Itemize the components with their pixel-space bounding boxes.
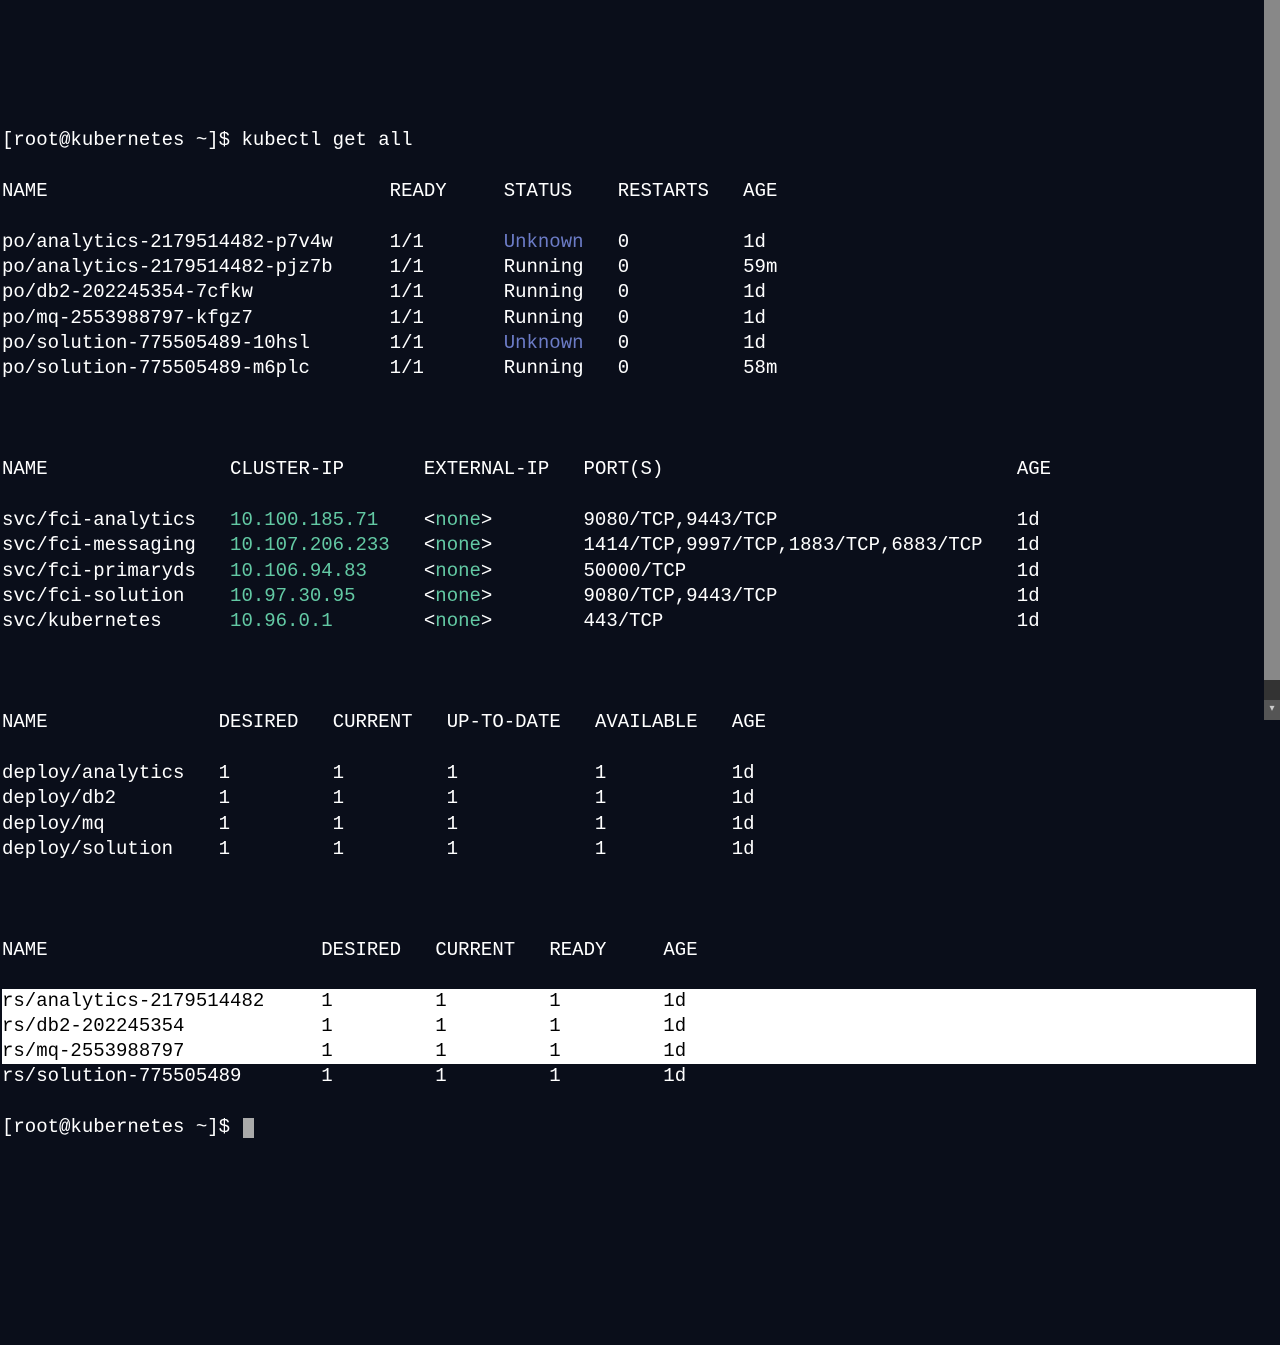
- deploy-row: deploy/analytics 1 1 1 1 1d: [2, 761, 1256, 786]
- terminal-output[interactable]: [root@kubernetes ~]$ kubectl get all NAM…: [0, 101, 1258, 1167]
- deploy-row: deploy/solution 1 1 1 1 1d: [2, 837, 1256, 862]
- rs-row: rs/analytics-2179514482 1 1 1 1d: [2, 989, 1256, 1014]
- pod-row: po/solution-775505489-10hsl 1/1 Unknown …: [2, 331, 1256, 356]
- cursor: [243, 1118, 254, 1138]
- rs-header: NAME DESIRED CURRENT READY AGE: [2, 938, 1256, 963]
- scrollbar-thumb[interactable]: [1264, 0, 1280, 680]
- svc-row: svc/fci-analytics 10.100.185.71 <none> 9…: [2, 508, 1256, 533]
- prompt: [root@kubernetes ~]$: [2, 1116, 241, 1138]
- rs-row: rs/solution-775505489 1 1 1 1d: [2, 1064, 1256, 1089]
- rs-row: rs/db2-202245354 1 1 1 1d: [2, 1014, 1256, 1039]
- deploy-row: deploy/db2 1 1 1 1 1d: [2, 786, 1256, 811]
- pods-header: NAME READY STATUS RESTARTS AGE: [2, 179, 1256, 204]
- svc-row: svc/fci-primaryds 10.106.94.83 <none> 50…: [2, 559, 1256, 584]
- svc-header: NAME CLUSTER-IP EXTERNAL-IP PORT(S) AGE: [2, 457, 1256, 482]
- svc-row: svc/kubernetes 10.96.0.1 <none> 443/TCP …: [2, 609, 1256, 634]
- pod-row: po/solution-775505489-m6plc 1/1 Running …: [2, 356, 1256, 381]
- deploy-header: NAME DESIRED CURRENT UP-TO-DATE AVAILABL…: [2, 710, 1256, 735]
- svc-row: svc/fci-solution 10.97.30.95 <none> 9080…: [2, 584, 1256, 609]
- deploy-row: deploy/mq 1 1 1 1 1d: [2, 812, 1256, 837]
- command-line: [root@kubernetes ~]$ kubectl get all: [2, 128, 1256, 153]
- prompt: [root@kubernetes ~]$: [2, 129, 241, 151]
- scrollbar-down-arrow[interactable]: ▾: [1264, 700, 1280, 720]
- svc-row: svc/fci-messaging 10.107.206.233 <none> …: [2, 533, 1256, 558]
- pod-row: po/analytics-2179514482-p7v4w 1/1 Unknow…: [2, 230, 1256, 255]
- command: kubectl get all: [241, 129, 412, 151]
- pod-row: po/db2-202245354-7cfkw 1/1 Running 0 1d: [2, 280, 1256, 305]
- prompt-line: [root@kubernetes ~]$: [2, 1115, 1256, 1140]
- rs-row: rs/mq-2553988797 1 1 1 1d: [2, 1039, 1256, 1064]
- scrollbar[interactable]: ▾: [1264, 0, 1280, 720]
- pod-row: po/mq-2553988797-kfgz7 1/1 Running 0 1d: [2, 306, 1256, 331]
- pod-row: po/analytics-2179514482-pjz7b 1/1 Runnin…: [2, 255, 1256, 280]
